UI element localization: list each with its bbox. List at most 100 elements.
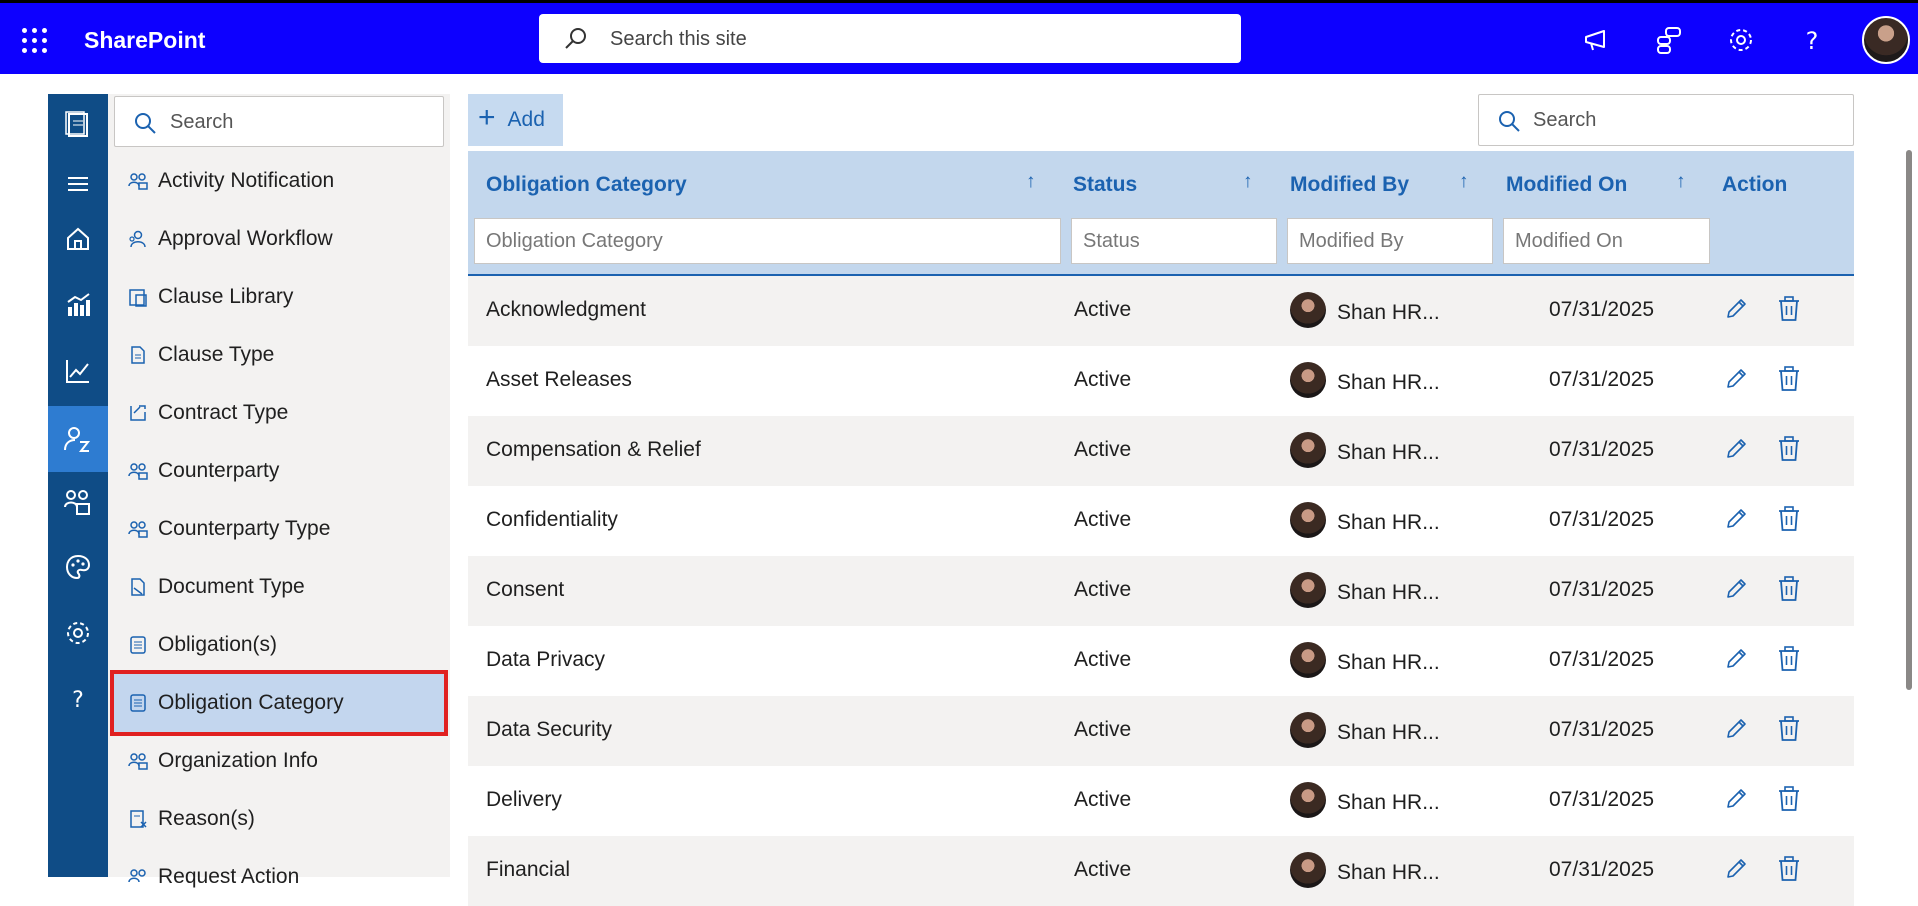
cell-modified-by: Shan HR... xyxy=(1337,301,1440,324)
list-item-clause-type[interactable]: Clause Type xyxy=(114,326,444,384)
sort-arrow-icon[interactable]: ↑ xyxy=(1459,171,1469,193)
list-item-reasons[interactable]: Reason(s) xyxy=(114,790,444,848)
column-header-modified-by[interactable]: Modified By xyxy=(1290,173,1409,197)
column-header-action: Action xyxy=(1722,173,1788,196)
edit-icon[interactable] xyxy=(1721,782,1751,816)
delete-icon[interactable] xyxy=(1774,782,1804,816)
cell-modified-on: 07/31/2025 xyxy=(1549,718,1655,741)
delete-icon[interactable] xyxy=(1774,502,1804,536)
pages-icon[interactable] xyxy=(48,94,108,154)
edit-icon[interactable] xyxy=(1721,502,1751,536)
list-item-contract-type[interactable]: Contract Type xyxy=(114,384,444,442)
table-row[interactable]: Acknowledgment Active Shan HR... 07/31/2025 xyxy=(468,276,1854,346)
cell-modified-by: Shan HR... xyxy=(1337,861,1440,884)
table-search-input[interactable]: Search xyxy=(1478,94,1854,146)
delete-icon[interactable] xyxy=(1774,362,1804,396)
list-item-approval-workflow[interactable]: Approval Workflow xyxy=(114,210,444,268)
cell-modified-on: 07/31/2025 xyxy=(1549,648,1655,671)
delete-icon[interactable] xyxy=(1774,432,1804,466)
add-button[interactable]: + Add xyxy=(468,94,563,146)
column-header-obligation-category[interactable]: Obligation Category xyxy=(486,173,687,197)
list-item-label: Approval Workflow xyxy=(158,227,333,250)
delete-icon[interactable] xyxy=(1774,292,1804,326)
sort-arrow-icon[interactable]: ↑ xyxy=(1676,171,1686,193)
search-icon xyxy=(135,113,156,134)
avatar xyxy=(1290,572,1326,608)
edit-icon[interactable] xyxy=(1721,572,1751,606)
analytics-icon[interactable] xyxy=(48,275,108,335)
sort-arrow-icon[interactable]: ↑ xyxy=(1243,171,1253,193)
delete-icon[interactable] xyxy=(1774,852,1804,886)
filter-status-input[interactable] xyxy=(1072,219,1276,263)
cell-obligation-category: Data Privacy xyxy=(486,648,606,671)
filter-modified-on-input[interactable] xyxy=(1504,219,1709,263)
edit-icon[interactable] xyxy=(1721,362,1751,396)
cell-status: Active xyxy=(1074,298,1132,321)
list-item-label: Counterparty Type xyxy=(158,517,331,540)
site-search-input[interactable]: Search this site xyxy=(539,14,1241,63)
cell-status: Active xyxy=(1074,368,1132,391)
sort-arrow-icon[interactable]: ↑ xyxy=(1026,171,1036,193)
list-item-clause-library[interactable]: Clause Library xyxy=(114,268,444,326)
list-item-obligation-category[interactable]: Obligation Category xyxy=(110,670,448,736)
table-row[interactable]: Confidentiality Active Shan HR... 07/31/202… xyxy=(468,486,1854,556)
megaphone-icon[interactable] xyxy=(1582,25,1612,55)
column-header-modified-on[interactable]: Modified On xyxy=(1506,173,1627,197)
cell-modified-by: Shan HR... xyxy=(1337,511,1440,534)
edit-icon[interactable] xyxy=(1721,712,1751,746)
filter-status[interactable] xyxy=(1071,218,1277,264)
edit-icon[interactable] xyxy=(1721,292,1751,326)
list-item-label: Obligation Category xyxy=(158,691,344,714)
cell-obligation-category: Delivery xyxy=(486,788,562,811)
avatar xyxy=(1290,432,1326,468)
svg-text:?: ? xyxy=(72,688,84,712)
list-item-request-action[interactable]: Request Action xyxy=(114,848,444,906)
column-header-status[interactable]: Status xyxy=(1073,173,1137,197)
table-row[interactable]: Compensation & Relief Active Shan HR... 07/… xyxy=(468,416,1854,486)
menu-icon[interactable] xyxy=(48,154,108,214)
list-item-counterparty-type[interactable]: Counterparty Type xyxy=(114,500,444,558)
table-row[interactable]: Delivery Active Shan HR... 07/31/2025 xyxy=(468,766,1854,836)
palette-icon[interactable] xyxy=(48,537,108,597)
edit-icon[interactable] xyxy=(1721,852,1751,886)
gear-icon[interactable] xyxy=(1726,25,1756,55)
list-item-document-type[interactable]: Document Type xyxy=(114,558,444,616)
teams-icon[interactable] xyxy=(48,472,108,532)
edit-icon[interactable] xyxy=(1721,432,1751,466)
delete-icon[interactable] xyxy=(1774,572,1804,606)
help-icon[interactable]: ? xyxy=(1797,25,1827,55)
rail-help-icon[interactable]: ? xyxy=(48,669,108,729)
org-icon[interactable] xyxy=(1654,25,1684,55)
list-item-activity-notification[interactable]: Activity Notification xyxy=(114,152,444,210)
table-row[interactable]: Data Security Active Shan HR... 07/31/2025 xyxy=(468,696,1854,766)
filter-modified-by[interactable] xyxy=(1287,218,1493,264)
scrollbar[interactable] xyxy=(1906,150,1912,690)
user-avatar[interactable] xyxy=(1862,16,1910,64)
suite-bar: SharePoint Search this site ? xyxy=(0,0,1918,74)
edit-icon[interactable] xyxy=(1721,642,1751,676)
filter-modified-by-input[interactable] xyxy=(1288,219,1492,263)
rail-gear-icon[interactable] xyxy=(48,603,108,663)
list-item-organization-info[interactable]: Organization Info xyxy=(114,732,444,790)
cell-status: Active xyxy=(1074,718,1132,741)
list-item-obligations[interactable]: Obligation(s) xyxy=(114,616,444,674)
chart-icon[interactable] xyxy=(48,341,108,401)
cell-modified-on: 07/31/2025 xyxy=(1549,438,1655,461)
app-launcher-icon[interactable] xyxy=(22,28,48,54)
delete-icon[interactable] xyxy=(1774,712,1804,746)
filter-obligation-category[interactable] xyxy=(474,218,1061,264)
user-settings-icon[interactable] xyxy=(48,406,108,472)
table-row[interactable]: Financial Active Shan HR... 07/31/2025 xyxy=(468,836,1854,906)
table-row[interactable]: Data Privacy Active Shan HR... 07/31/2025 xyxy=(468,626,1854,696)
brand-title[interactable]: SharePoint xyxy=(84,27,205,54)
filter-obligation-category-input[interactable] xyxy=(475,219,1060,263)
cell-status: Active xyxy=(1074,648,1132,671)
table-row[interactable]: Consent Active Shan HR... 07/31/2025 xyxy=(468,556,1854,626)
site-search-placeholder: Search this site xyxy=(610,28,747,50)
list-item-counterparty[interactable]: Counterparty xyxy=(114,442,444,500)
home-icon[interactable] xyxy=(48,209,108,269)
filter-modified-on[interactable] xyxy=(1503,218,1710,264)
list-search-input[interactable]: Search xyxy=(114,96,444,147)
table-row[interactable]: Asset Releases Active Shan HR... 07/31/2025 xyxy=(468,346,1854,416)
delete-icon[interactable] xyxy=(1774,642,1804,676)
